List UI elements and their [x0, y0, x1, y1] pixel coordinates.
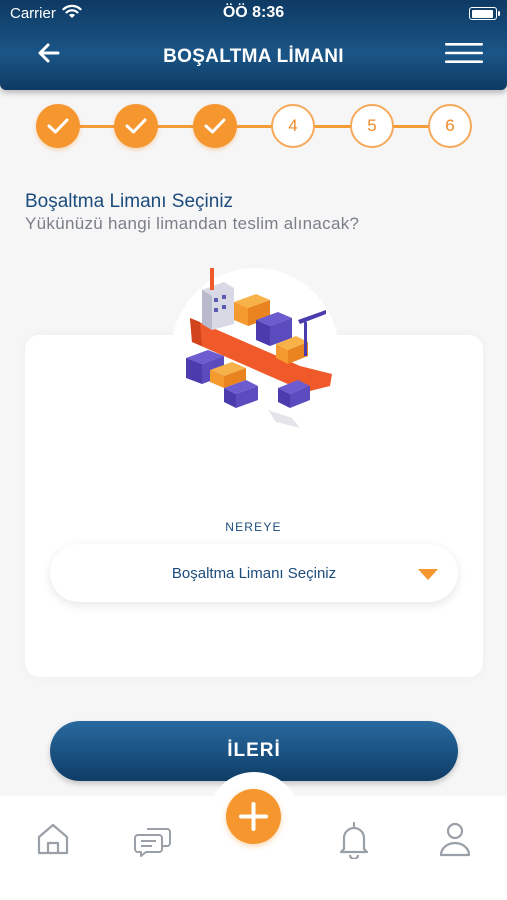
status-time: ÖÖ 8:36	[222, 4, 285, 21]
port-select-value: Boşaltma Limanı Seçiniz	[171, 565, 337, 582]
plus-icon	[239, 802, 268, 831]
destination-label: NEREYE	[225, 520, 282, 534]
battery-icon	[469, 7, 500, 20]
bell-icon[interactable]	[334, 819, 374, 859]
step-3-complete	[193, 104, 237, 148]
section-title: Boşaltma Limanı Seçiniz	[25, 191, 234, 212]
section-subtitle: Yükünüzü hangi limandan teslim alınacak?	[25, 214, 360, 233]
step-2-complete	[114, 104, 158, 148]
step-1-complete	[36, 104, 80, 148]
step-4: 4	[271, 104, 315, 148]
status-bar: Carrier ÖÖ 8:36	[0, 0, 507, 28]
step-6: 6	[428, 104, 472, 148]
cargo-ship-illustration	[186, 268, 332, 428]
home-icon[interactable]	[33, 819, 73, 859]
add-button[interactable]	[226, 789, 281, 844]
page-title: BOŞALTMA LİMANI	[163, 46, 344, 67]
checkmark-icon	[125, 118, 147, 134]
app-header: Carrier ÖÖ 8:36 BOŞALTMA LİMANI	[0, 0, 507, 90]
step-5: 5	[350, 104, 394, 148]
checkmark-icon	[204, 118, 226, 134]
user-icon[interactable]	[435, 819, 475, 859]
hamburger-menu-icon[interactable]	[443, 40, 485, 66]
caret-down-icon	[418, 569, 438, 580]
checkmark-icon	[47, 118, 69, 134]
next-button-label: İLERİ	[227, 740, 281, 761]
chat-icon[interactable]	[133, 819, 173, 859]
progress-stepper: 4 5 6	[36, 104, 472, 148]
port-select-dropdown[interactable]: Boşaltma Limanı Seçiniz	[50, 544, 458, 602]
